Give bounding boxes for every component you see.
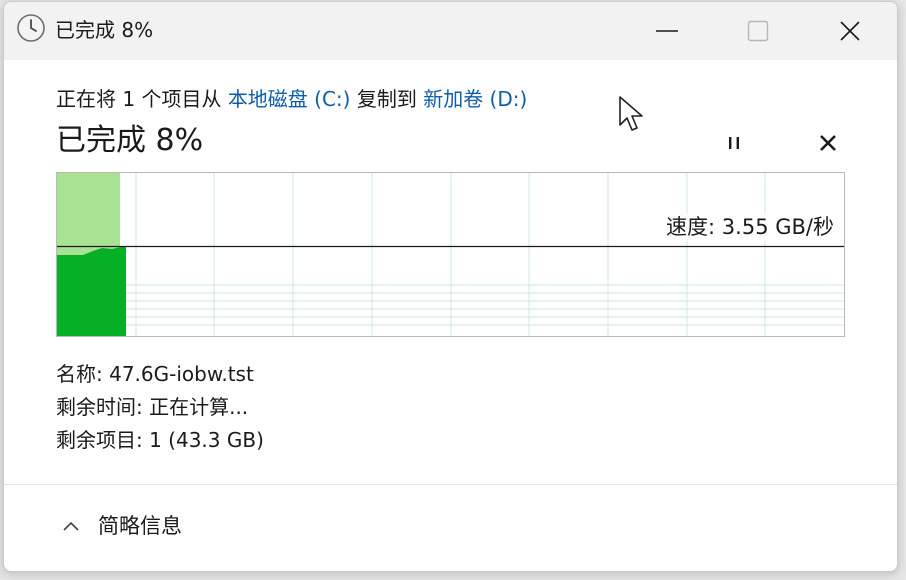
- graph-grid: [57, 173, 844, 336]
- mouse-cursor-icon: [619, 96, 643, 131]
- minimize-button[interactable]: [621, 2, 713, 60]
- speed-graph: 速度: 3.55 GB/秒: [56, 172, 845, 337]
- maximize-icon: [747, 20, 769, 42]
- pause-button[interactable]: [714, 123, 754, 163]
- destination-link[interactable]: 新加卷 (D:): [423, 87, 527, 111]
- window-title: 已完成 8%: [55, 18, 154, 42]
- speed-area: [57, 247, 126, 336]
- minimize-icon: [656, 30, 678, 32]
- completion-status: 已完成 8%: [56, 123, 204, 158]
- cancel-button[interactable]: [808, 123, 848, 163]
- pause-icon: [729, 137, 739, 149]
- maximize-button[interactable]: [712, 2, 804, 60]
- speed-label: 速度: 3.55 GB/秒: [664, 213, 836, 241]
- operation-prefix: 正在将 1 个项目从: [56, 87, 222, 111]
- fewer-details-toggle[interactable]: 简略信息: [62, 512, 182, 540]
- operation-middle: 复制到: [356, 87, 417, 111]
- footer-divider: [4, 484, 897, 485]
- window-close-button[interactable]: [804, 2, 896, 60]
- copy-progress-window: 已完成 8% 正在将 1 个项目从 本地磁盘 (C:) 复制到 新加卷 (D:)…: [3, 1, 898, 572]
- fewer-details-label: 简略信息: [98, 514, 182, 538]
- items-remaining: 剩余项目: 1 (43.3 GB): [56, 428, 264, 452]
- chevron-up-icon: [63, 521, 79, 531]
- cancel-icon: [820, 135, 836, 151]
- time-remaining: 剩余时间: 正在计算...: [56, 395, 249, 419]
- file-name: 名称: 47.6G-iobw.tst: [56, 362, 254, 386]
- close-icon: [840, 21, 860, 41]
- clock-icon: [17, 14, 45, 42]
- operation-description: 正在将 1 个项目从 本地磁盘 (C:) 复制到 新加卷 (D:): [56, 85, 527, 113]
- source-link[interactable]: 本地磁盘 (C:): [228, 87, 351, 111]
- title-bar[interactable]: 已完成 8%: [4, 2, 897, 60]
- speed-graph-canvas: [57, 173, 844, 336]
